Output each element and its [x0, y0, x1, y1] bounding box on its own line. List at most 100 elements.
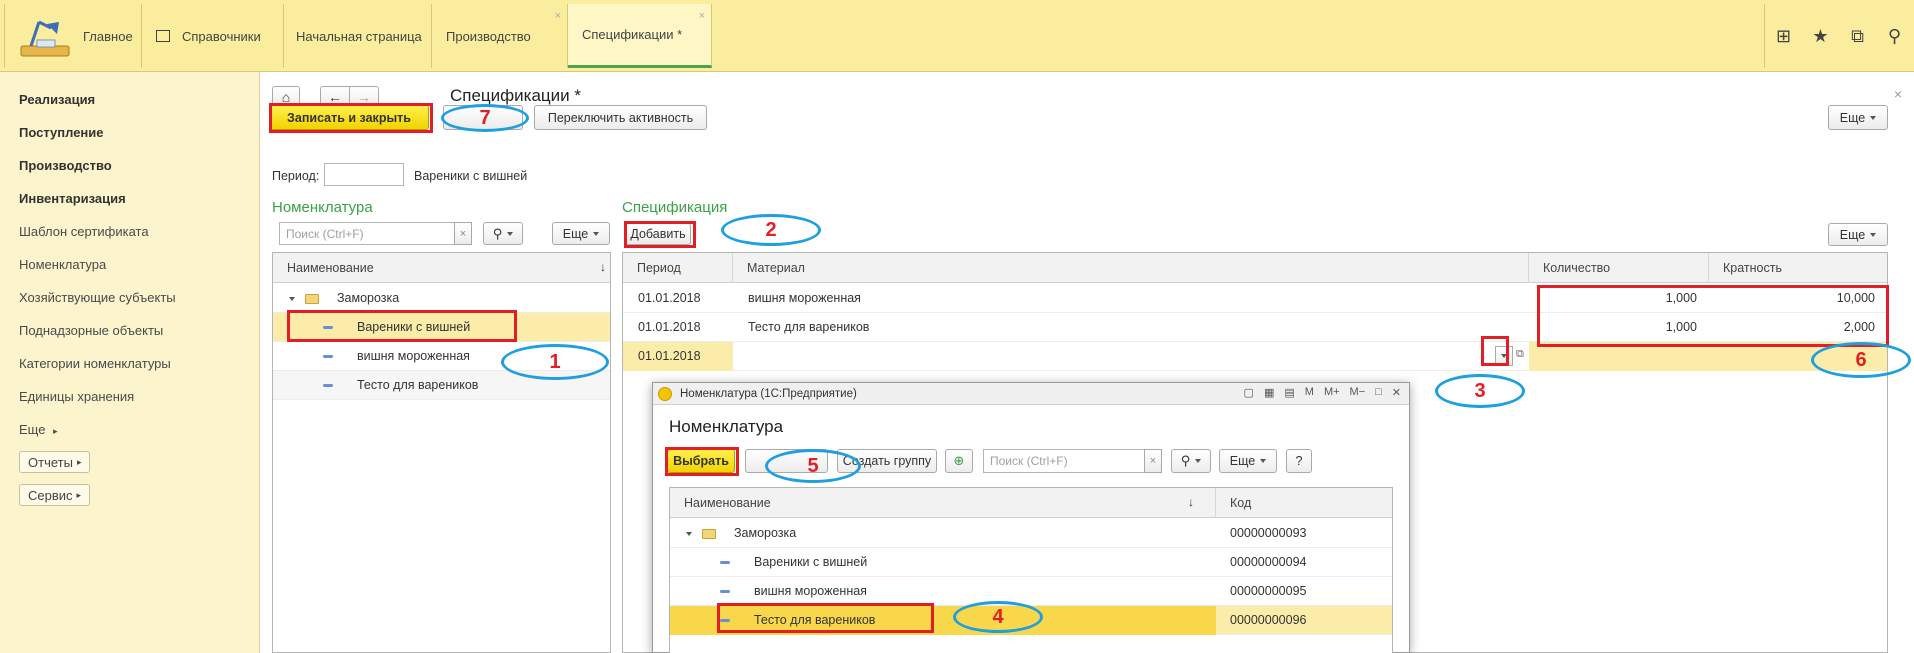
open-form-icon[interactable]: ⧉ [1516, 348, 1524, 361]
search-options-button[interactable]: ⚲ [483, 222, 523, 245]
column-header-material[interactable]: Материал [733, 253, 1529, 283]
sidebar-item-certificate-template[interactable]: Шаблон сертификата [19, 224, 149, 239]
nomenclature-search-input[interactable]: Поиск (Ctrl+F) [279, 222, 455, 245]
memory-minus-icon[interactable]: M− [1350, 386, 1366, 399]
item-icon [323, 371, 333, 400]
search-icon[interactable]: ⚲ [1876, 4, 1913, 68]
sort-arrow-icon: ↓ [600, 260, 606, 274]
apps-grid-icon[interactable]: ⊞ [1765, 4, 1802, 68]
dialog-search-input[interactable]: Поиск (Ctrl+F) [983, 449, 1145, 473]
column-header-code[interactable]: Код [1216, 488, 1392, 518]
caret-right-icon: ▸ [53, 426, 58, 436]
sidebar-item-storage-units[interactable]: Единицы хранения [19, 389, 134, 404]
annotation-4: 4 [953, 601, 1043, 633]
annotation-box-1 [287, 310, 517, 342]
more-label: Еще [1839, 110, 1866, 125]
memory-icon[interactable]: M [1305, 386, 1314, 399]
calc-icon[interactable]: ▦ [1264, 386, 1274, 399]
annotation-3: 3 [1435, 374, 1525, 408]
item-icon [720, 577, 730, 606]
table-header: Наименование ↓ Код [670, 488, 1392, 518]
annotation-box-6 [1537, 285, 1889, 347]
add-copy-button[interactable]: ⊕ [945, 449, 973, 473]
annotation-5: 5 [765, 449, 861, 483]
clear-icon: × [459, 227, 467, 240]
maximize-icon[interactable]: □ [1375, 386, 1382, 399]
nomenclature-dialog: Номенклатура (1С:Предприятие) ▢ ▦ ▤ M M+… [652, 382, 1410, 653]
close-icon[interactable]: ✕ [1392, 386, 1401, 399]
sidebar-item-supervised-objects[interactable]: Поднадзорные объекты [19, 323, 163, 338]
close-form-icon[interactable]: × [1894, 86, 1902, 102]
dialog-more-button[interactable]: Еще [1219, 449, 1277, 473]
sidebar-item-receipts[interactable]: Поступление [19, 125, 104, 140]
sidebar-item-entities[interactable]: Хозяйствующие субъекты [19, 290, 176, 305]
expand-icon[interactable] [686, 519, 692, 548]
caret-right-icon: ▸ [76, 489, 82, 500]
tab-start-page[interactable]: Начальная страница [284, 4, 432, 68]
annotation-box-3 [1481, 336, 1509, 366]
memory-plus-icon[interactable]: M+ [1324, 386, 1340, 399]
dialog-titlebar: Номенклатура (1С:Предприятие) ▢ ▦ ▤ M M+… [653, 383, 1409, 405]
tree-row-group[interactable]: Заморозка 00000000093 [670, 519, 1392, 548]
cell-material: Тесто для вареников [748, 320, 870, 334]
tab-main[interactable]: Главное [4, 4, 142, 68]
close-icon[interactable]: × [699, 10, 705, 22]
caret-right-icon: ▸ [76, 456, 82, 467]
column-header-name[interactable]: Наименование [273, 253, 610, 283]
search-options-button[interactable]: ⚲ [1171, 449, 1211, 473]
period-input[interactable] [324, 163, 404, 186]
annotation-box-7 [269, 103, 433, 133]
toggle-activity-button[interactable]: Переключить активность [534, 105, 707, 130]
table-header: Наименование ↓ [273, 253, 610, 283]
column-header-multiplicity[interactable]: Кратность [1709, 253, 1887, 283]
chevron-down-icon [1260, 459, 1267, 463]
clear-search-button[interactable]: × [454, 222, 472, 245]
reports-label: Отчеты [28, 454, 73, 470]
cell-period: 01.01.2018 [638, 291, 701, 305]
sidebar-item-inventory[interactable]: Инвентаризация [19, 191, 126, 206]
tree-row[interactable]: Вареники с вишней 00000000094 [670, 548, 1392, 577]
specification-more-button[interactable]: Еще [1828, 223, 1888, 246]
more-label: Еще [1839, 227, 1866, 242]
reports-button[interactable]: Отчеты ▸ [19, 451, 91, 473]
sort-arrow-icon: ↓ [1188, 495, 1194, 509]
clear-search-button[interactable]: × [1144, 449, 1162, 473]
column-header-period[interactable]: Период [623, 253, 733, 283]
sidebar-item-production[interactable]: Производство [19, 158, 112, 173]
nomenclature-title: Номенклатура [272, 199, 373, 216]
help-button[interactable]: ? [1286, 449, 1312, 473]
sidebar-item-nomenclature[interactable]: Номенклатура [19, 257, 106, 272]
tree-row-label: Заморозка [337, 291, 400, 305]
sidebar-item-nomenclature-categories[interactable]: Категории номенклатуры [19, 356, 171, 371]
more-button[interactable]: Еще [1828, 105, 1888, 130]
tree-row-label: вишня мороженная [357, 349, 470, 363]
cell-code: 00000000095 [1230, 584, 1307, 598]
sidebar-more[interactable]: Еще ▸ [19, 422, 58, 437]
selected-nomenclature-text: Вареники с вишней [414, 169, 528, 183]
tab-production[interactable]: Производство × [432, 4, 568, 68]
close-icon[interactable]: × [555, 10, 561, 22]
dialog-window-title: Номенклатура (1С:Предприятие) [680, 387, 857, 400]
item-icon [323, 342, 333, 371]
period-label: Период: [272, 169, 320, 183]
calendar-icon[interactable]: ▤ [1284, 386, 1294, 399]
service-button[interactable]: Сервис ▸ [19, 484, 91, 506]
doc-icon[interactable]: ▢ [1244, 386, 1254, 399]
cell-code: 00000000093 [1230, 526, 1307, 540]
history-icon[interactable]: ⧉ [1839, 4, 1876, 68]
tab-specifications[interactable]: Спецификации * × [568, 4, 712, 68]
annotation-1: 1 [501, 344, 609, 380]
tree-row-group[interactable]: Заморозка [273, 284, 610, 313]
annotation-6: 6 [1811, 342, 1911, 378]
column-header-name[interactable]: Наименование [670, 488, 1216, 518]
nomenclature-more-button[interactable]: Еще [552, 222, 610, 245]
folder-icon [305, 284, 319, 313]
column-header-quantity[interactable]: Количество [1529, 253, 1709, 283]
expand-icon[interactable] [289, 284, 295, 313]
tree-row[interactable]: вишня мороженная 00000000095 [670, 577, 1392, 606]
tab-references[interactable]: Справочники [142, 4, 284, 68]
more-label: Еще [1229, 454, 1256, 468]
star-icon[interactable]: ★ [1802, 4, 1839, 68]
sidebar-item-sales[interactable]: Реализация [19, 92, 95, 107]
cell-code: 00000000094 [1230, 555, 1307, 569]
